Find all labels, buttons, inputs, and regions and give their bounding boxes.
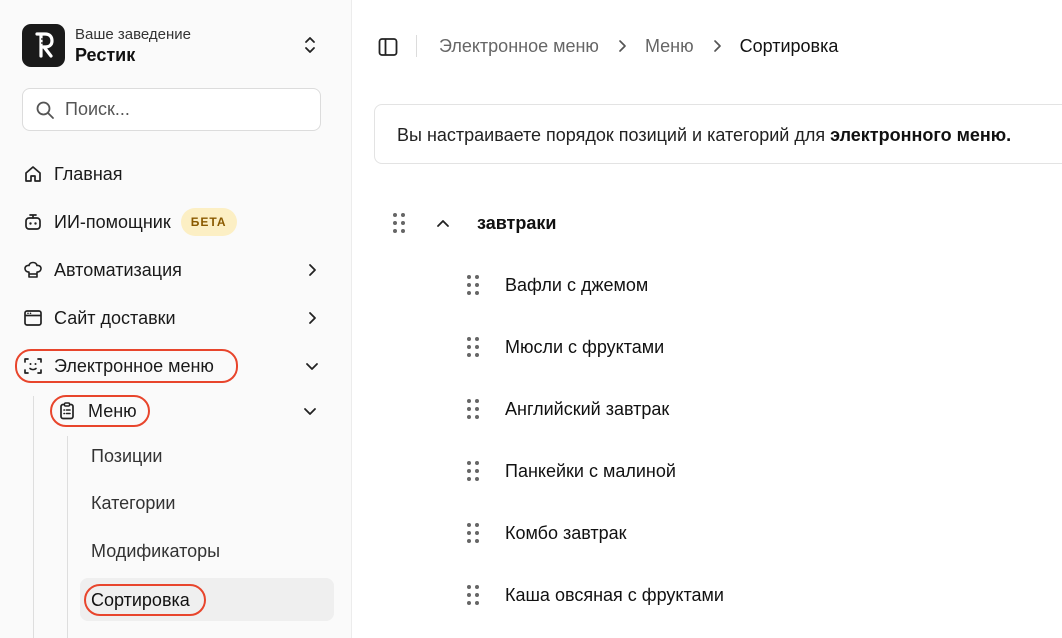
divider	[416, 35, 417, 57]
list-item[interactable]: Вафли с джемом	[467, 270, 648, 300]
browser-window-icon	[22, 307, 44, 329]
item-name: Комбо завтрак	[505, 522, 627, 543]
drag-handle-icon[interactable]	[467, 461, 479, 481]
breadcrumb-item-menu[interactable]: Меню	[645, 36, 694, 57]
nav-item-delivery-site[interactable]: Сайт доставки	[22, 303, 330, 333]
info-text: Вы настраиваете порядок позиций и катего…	[397, 125, 831, 145]
venue-switcher[interactable]: Ваше заведение Рестик	[22, 22, 322, 68]
nav-item-home[interactable]: Главная	[22, 159, 330, 189]
list-item[interactable]: Мюсли с фруктами	[467, 332, 664, 362]
nav-item-label: ИИ-помощник	[54, 211, 171, 232]
sidebar-toggle-icon[interactable]	[377, 36, 399, 58]
chevron-up-icon[interactable]	[433, 213, 453, 233]
chevron-down-icon[interactable]	[300, 401, 320, 421]
top-bar: Электронное меню Меню Сортировка	[353, 0, 1062, 92]
highlight-emenu	[15, 349, 238, 383]
drag-handle-icon[interactable]	[393, 213, 405, 233]
info-banner: Вы настраиваете порядок позиций и катего…	[374, 104, 1062, 164]
list-item[interactable]: Комбо завтрак	[467, 518, 627, 548]
drag-handle-icon[interactable]	[467, 585, 479, 605]
item-name: Панкейки с малиной	[505, 460, 676, 481]
category-name: завтраки	[477, 212, 557, 233]
beta-badge: БЕТА	[180, 208, 237, 236]
drag-handle-icon[interactable]	[467, 399, 479, 419]
search-input[interactable]	[65, 99, 305, 120]
search-icon	[36, 101, 54, 119]
chevron-right-icon[interactable]	[302, 260, 322, 280]
category-row[interactable]: завтраки	[393, 208, 556, 238]
drag-handle-icon[interactable]	[467, 337, 479, 357]
item-name: Каша овсяная с фруктами	[505, 584, 724, 605]
venue-name: Рестик	[75, 44, 136, 65]
chevron-right-icon	[710, 39, 724, 53]
search-box[interactable]	[22, 88, 321, 131]
list-item[interactable]: Панкейки с малиной	[467, 456, 676, 486]
tree-line	[33, 396, 34, 638]
sub-item-categories[interactable]: Категории	[91, 493, 175, 514]
nav-item-ai-assistant[interactable]: ИИ-помощник БЕТА	[22, 207, 330, 237]
breadcrumb-item-electronic-menu[interactable]: Электронное меню	[439, 36, 599, 57]
drag-handle-icon[interactable]	[467, 523, 479, 543]
highlight-sorting	[84, 584, 206, 616]
info-bold-text: электронного меню.	[830, 125, 1012, 145]
chef-hat-icon	[22, 259, 44, 281]
tree-line	[67, 436, 68, 638]
breadcrumb-item-sorting: Сортировка	[739, 35, 839, 56]
bot-icon	[22, 211, 44, 233]
chevron-right-icon	[615, 39, 629, 53]
item-name: Вафли с джемом	[505, 274, 649, 295]
chevron-down-icon[interactable]	[302, 356, 322, 376]
item-name: Английский завтрак	[505, 398, 670, 419]
sub-item-modifiers[interactable]: Модификаторы	[91, 541, 220, 562]
chevron-right-icon[interactable]	[302, 308, 322, 328]
nav-item-automation[interactable]: Автоматизация	[22, 255, 330, 285]
venue-caption: Ваше заведение	[75, 25, 192, 43]
nav-item-label: Главная	[54, 163, 123, 184]
app-logo-icon	[22, 23, 65, 67]
list-item[interactable]: Английский завтрак	[467, 394, 669, 424]
nav-item-label: Автоматизация	[54, 259, 182, 280]
home-icon	[22, 163, 44, 185]
nav-item-label: Сайт доставки	[54, 307, 176, 328]
chevrons-up-down-icon[interactable]	[300, 33, 320, 57]
drag-handle-icon[interactable]	[467, 275, 479, 295]
item-name: Мюсли с фруктами	[505, 336, 665, 357]
sub-item-positions[interactable]: Позиции	[91, 446, 162, 467]
list-item[interactable]: Каша овсяная с фруктами	[467, 580, 724, 610]
breadcrumb: Электронное меню Меню Сортировка	[439, 35, 838, 57]
highlight-menu	[50, 395, 150, 427]
sidebar: Ваше заведение Рестик Главная ИИ-помощни…	[0, 0, 352, 638]
